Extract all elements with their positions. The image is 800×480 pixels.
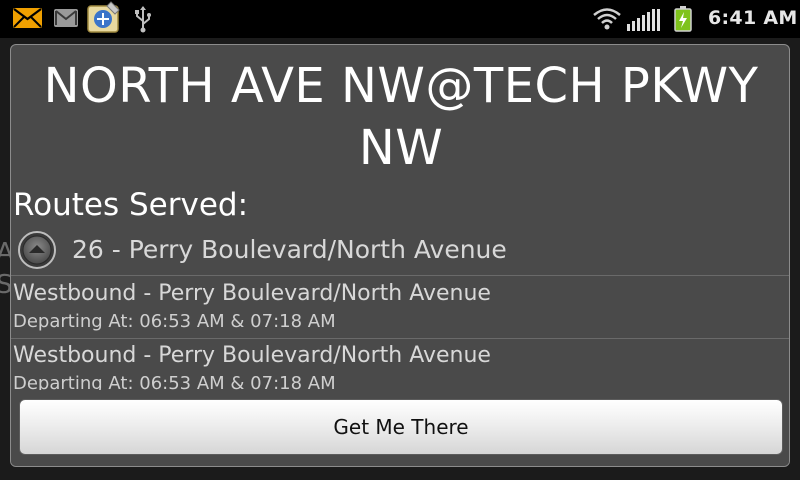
trip-direction: Westbound - Perry Boulevard/North Avenue — [13, 343, 491, 368]
battery-charging-icon — [674, 6, 692, 32]
status-bar: 6:41 AM — [0, 0, 800, 38]
list-item[interactable]: Westbound - Perry Boulevard/North Avenue… — [13, 341, 783, 397]
wifi-icon — [592, 6, 622, 32]
app-notification-icon[interactable] — [85, 0, 123, 36]
button-bar: Get Me There — [11, 390, 789, 466]
trip-direction: Westbound - Perry Boulevard/North Avenue — [13, 281, 491, 306]
list-item[interactable]: Westbound - Perry Boulevard/North Avenue… — [13, 279, 783, 335]
collapse-arrow-icon[interactable] — [17, 230, 57, 270]
usb-icon — [133, 5, 153, 33]
screen: A S 6:41 AM NORTH AVE NW@TECH PKWY NW Ro… — [0, 0, 800, 480]
divider — [11, 338, 789, 339]
route-group-header[interactable]: 26 - Perry Boulevard/North Avenue — [11, 226, 789, 274]
trip-departure-times: Departing At: 06:53 AM & 07:18 AM — [13, 311, 336, 332]
routes-served-heading: Routes Served: — [13, 187, 249, 223]
stop-details-dialog: NORTH AVE NW@TECH PKWY NW Routes Served: — [10, 44, 790, 467]
mail-icon[interactable] — [13, 8, 42, 28]
stop-title: NORTH AVE NW@TECH PKWY NW — [43, 58, 759, 176]
gmail-icon[interactable] — [54, 9, 78, 27]
get-me-there-button[interactable]: Get Me There — [19, 399, 783, 455]
divider — [11, 275, 789, 276]
route-label[interactable]: 26 - Perry Boulevard/North Avenue — [72, 233, 507, 267]
status-clock: 6:41 AM — [708, 7, 798, 29]
signal-icon — [626, 8, 662, 32]
